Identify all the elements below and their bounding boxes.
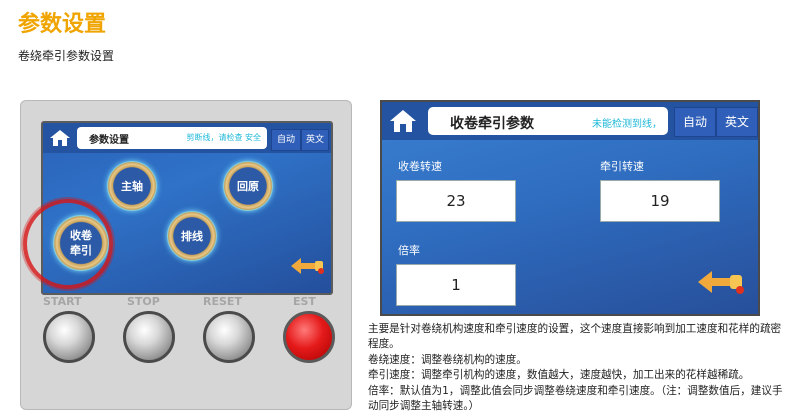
highlight-ring <box>23 199 113 289</box>
wind-speed-input[interactable]: 23 <box>396 180 516 222</box>
pull-speed-label: 牵引转速 <box>600 160 644 173</box>
home-icon[interactable] <box>388 108 418 134</box>
screen-title-box: 收卷牵引参数 未能检测到线， <box>428 107 668 135</box>
page-title: 参数设置 <box>18 12 107 37</box>
ratio-input[interactable]: 1 <box>396 264 516 306</box>
ratio-label: 倍率 <box>398 244 420 257</box>
start-label: START <box>43 295 82 308</box>
device-status-text: 剪断线，请检查 安全 <box>186 133 261 142</box>
parameter-screen: 收卷牵引参数 未能检测到线， 自动 英文 收卷转速 23 牵引转速 19 倍率 … <box>380 100 760 316</box>
stop-label: STOP <box>127 295 160 308</box>
homing-button[interactable]: 回原 <box>223 161 273 211</box>
reset-button[interactable] <box>203 311 255 363</box>
stop-button[interactable] <box>123 311 175 363</box>
screen-title: 收卷牵引参数 <box>450 116 534 132</box>
reset-label: RESET <box>203 295 242 308</box>
description-line: 牵引速度：调整牵引机构的速度，数值越大，速度越快，加工出来的花样越稀疏。 <box>368 369 750 382</box>
homing-label: 回原 <box>237 179 259 193</box>
device-language-button[interactable]: 英文 <box>301 129 329 151</box>
main-axis-button[interactable]: 主轴 <box>107 161 157 211</box>
screen-header: 收卷牵引参数 未能检测到线， 自动 英文 <box>382 102 758 140</box>
language-button[interactable]: 英文 <box>716 107 758 137</box>
row-line-label: 排线 <box>181 229 203 243</box>
device-screen-header: 参数设置 剪断线，请检查 安全 自动 英文 <box>43 123 331 153</box>
device-auto-button[interactable]: 自动 <box>271 129 301 151</box>
description: 主要是针对卷绕机构速度和牵引速度的设置，这个速度直接影响到加工速度和花样的疏密程… <box>368 322 788 414</box>
device-panel: 参数设置 剪断线，请检查 安全 自动 英文 主轴 回原 收卷 牵引 排线 STA… <box>20 100 352 410</box>
pull-speed-input[interactable]: 19 <box>600 180 720 222</box>
description-line: 主要是针对卷绕机构速度和牵引速度的设置，这个速度直接影响到加工速度和花样的疏密程… <box>368 323 782 351</box>
main-axis-label: 主轴 <box>121 179 143 193</box>
back-arrow-icon[interactable] <box>696 268 746 296</box>
emergency-stop-button[interactable] <box>283 311 335 363</box>
wind-speed-label: 收卷转速 <box>398 160 442 173</box>
description-line: 倍率：默认值为1，调整此值会同步调整卷绕速度和牵引速度。（注：调整数值后，建议手… <box>368 384 783 413</box>
description-line: 卷绕速度：调整卷绕机构的速度。 <box>368 353 527 366</box>
auto-button[interactable]: 自动 <box>674 107 716 137</box>
device-title-box: 参数设置 剪断线，请检查 安全 <box>77 127 267 149</box>
screen-status-text: 未能检测到线， <box>592 119 662 130</box>
back-arrow-icon[interactable] <box>289 255 325 277</box>
row-line-button[interactable]: 排线 <box>167 211 217 261</box>
home-icon[interactable] <box>49 129 71 147</box>
page-subtitle: 卷绕牵引参数设置 <box>18 49 115 63</box>
device-screen-title: 参数设置 <box>89 135 129 146</box>
start-button[interactable] <box>43 311 95 363</box>
est-label: EST <box>293 295 316 308</box>
